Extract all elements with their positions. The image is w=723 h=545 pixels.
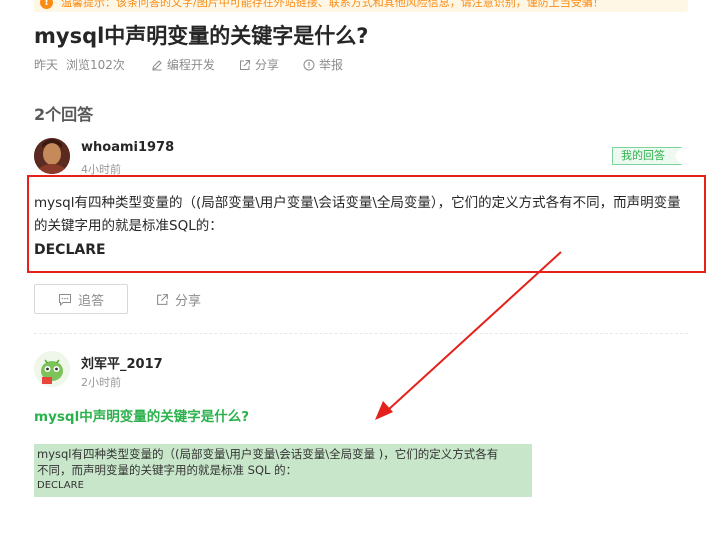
category-link[interactable]: 编程开发 — [151, 56, 215, 73]
avatar[interactable] — [34, 351, 70, 387]
share-label: 分享 — [254, 58, 279, 72]
report-icon — [303, 59, 315, 71]
answer2-snippet-image: mysql有四种类型变量的（(局部变量\用户变量\会话变量\全局变量 )，它们的… — [34, 444, 532, 497]
avatar[interactable] — [34, 138, 70, 174]
share-icon — [239, 59, 251, 71]
answer2-question-title: mysql中声明变量的关键字是什么? — [34, 409, 250, 425]
answer1-text: mysql有四种类型变量的（(局部变量\用户变量\会话变量\全局变量），它们的定… — [34, 195, 681, 234]
answer1-share-label: 分享 — [175, 293, 202, 309]
divider — [34, 333, 688, 334]
question-meta: 昨天 浏览102次 编程开发 分享 举报 — [34, 56, 343, 73]
answer1-share-button[interactable]: 分享 — [156, 284, 201, 314]
category-label: 编程开发 — [166, 58, 215, 72]
report-label: 举报 — [318, 58, 343, 72]
report-link[interactable]: 举报 — [303, 56, 343, 73]
share-icon — [156, 293, 169, 306]
my-answer-tag: 我的回答 — [612, 147, 682, 165]
snippet-line: mysql有四种类型变量的（(局部变量\用户变量\会话变量\全局变量 )，它们的… — [37, 447, 499, 461]
notice-text: 温馨提示：该条问答的文字/图片中可能存在外站链接、联系方式和其他风险信息，请注意… — [61, 0, 604, 9]
post-time: 昨天 — [34, 58, 59, 72]
follow-up-button[interactable]: 追答 — [34, 284, 128, 314]
share-link[interactable]: 分享 — [239, 56, 279, 73]
notice-banner: ! 温馨提示：该条问答的文字/图片中可能存在外站链接、联系方式和其他风险信息，请… — [34, 0, 688, 12]
answer1-username[interactable]: whoami1978 — [81, 140, 174, 155]
follow-up-label: 追答 — [77, 293, 104, 309]
page-title: mysql中声明变量的关键字是什么? — [34, 24, 369, 48]
snippet-line: DECLARE — [37, 480, 84, 491]
view-count: 浏览102次 — [66, 58, 125, 72]
answers-count: 2个回答 — [34, 105, 94, 124]
answer1-code: DECLARE — [34, 242, 106, 258]
answer2-username[interactable]: 刘军平_2017 — [81, 353, 163, 372]
comment-icon — [58, 293, 72, 306]
pencil-icon — [151, 59, 163, 71]
snippet-line: 不同，而声明变量的关键字用的就是标准 SQL 的： — [37, 463, 298, 477]
warning-icon: ! — [40, 0, 53, 9]
answer2-time: 2小时前 — [81, 376, 121, 389]
